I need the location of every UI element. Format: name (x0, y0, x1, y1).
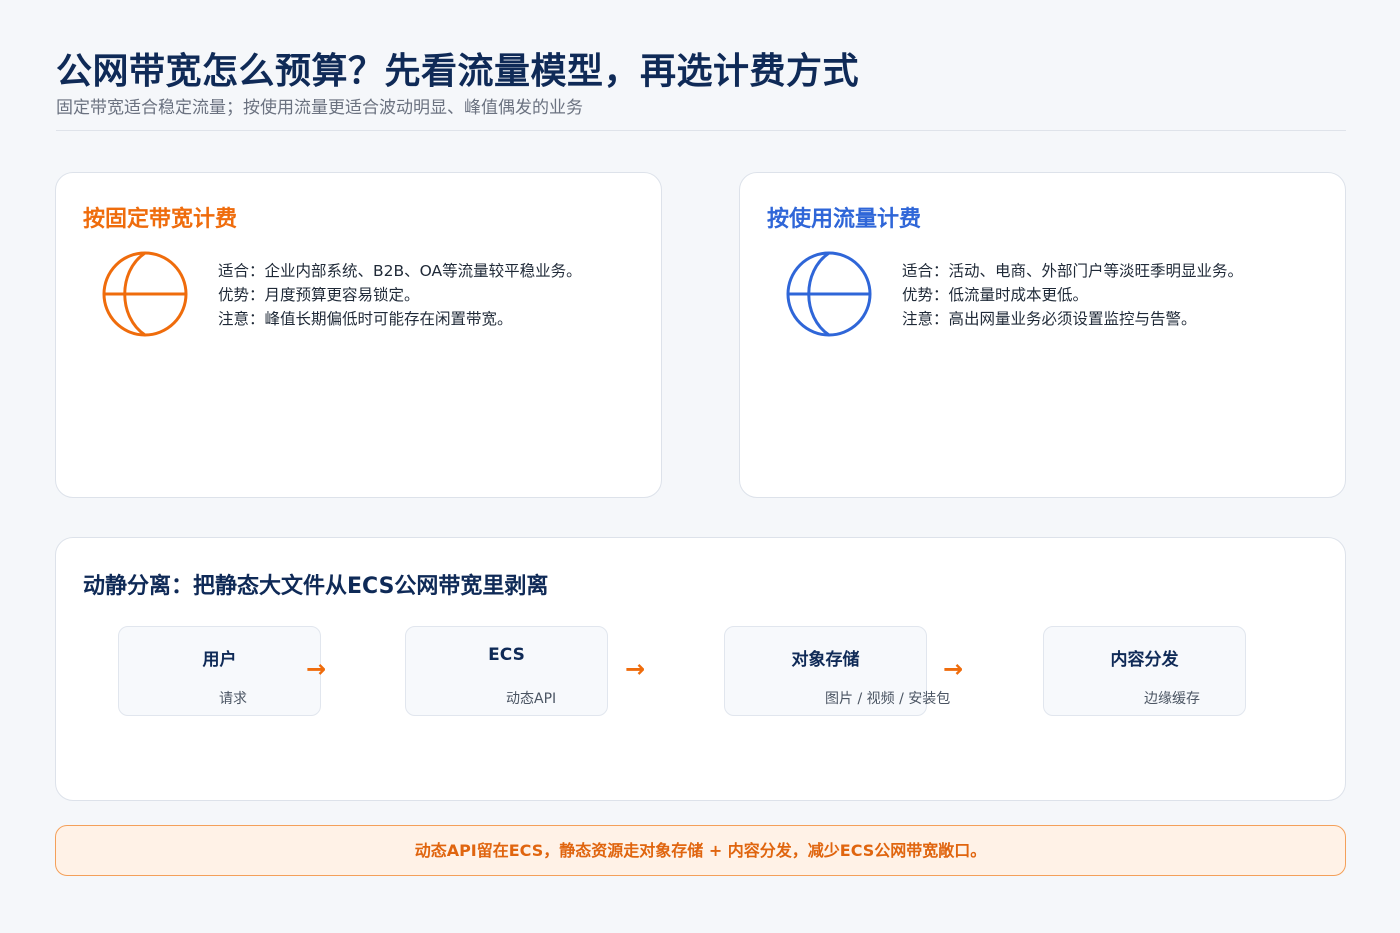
usage-caution-line: 注意：高出网量业务必须设置监控与告警。 (902, 310, 1197, 328)
flow-node-name: 对象存储 (791, 650, 860, 670)
fixed-bandwidth-card: 按固定带宽计费 适合：企业内部系统、B2B、OA等流量较平稳业务。 优势：月度预… (55, 172, 662, 498)
usage-suitable-line: 适合：活动、电商、外部门户等淡旺季明显业务。 (902, 262, 1244, 280)
flow-node-sub: 图片 / 视频 / 安装包 (825, 691, 951, 707)
page-title: 公网带宽怎么预算？先看流量模型，再选计费方式 (56, 51, 860, 92)
header-divider (56, 130, 1346, 131)
usage-traffic-card: 按使用流量计费 适合：活动、电商、外部门户等淡旺季明显业务。 优势：低流量时成本… (739, 172, 1346, 498)
flow-node-name: 内容分发 (1110, 650, 1179, 670)
usage-traffic-title: 按使用流量计费 (767, 207, 922, 232)
flow-arrow: → (306, 655, 327, 683)
fixed-bandwidth-desc: 适合：企业内部系统、B2B、OA等流量较平稳业务。 优势：月度预算更容易锁定。 … (218, 259, 582, 331)
fixed-suitable-line: 适合：企业内部系统、B2B、OA等流量较平稳业务。 (218, 262, 582, 280)
flow-title: 动静分离：把静态大文件从ECS公网带宽里剥离 (83, 574, 549, 599)
flow-node-name: ECS (488, 645, 525, 665)
globe-icon (102, 251, 188, 337)
usage-advantage-line: 优势：低流量时成本更低。 (902, 286, 1089, 304)
flow-node-sub: 请求 (219, 691, 247, 707)
flow-node-sub: 动态API (506, 691, 557, 707)
page-subtitle: 固定带宽适合稳定流量；按使用流量更适合波动明显、峰值偶发的业务 (56, 98, 583, 118)
flow-node-sub: 边缘缓存 (1144, 691, 1200, 707)
fixed-caution-line: 注意：峰值长期偏低时可能存在闲置带宽。 (218, 310, 513, 328)
fixed-bandwidth-title: 按固定带宽计费 (83, 207, 238, 232)
summary-banner: 动态API留在ECS，静态资源走对象存储 + 内容分发，减少ECS公网带宽敞口。 (55, 825, 1346, 876)
page-header: 公网带宽怎么预算？先看流量模型，再选计费方式 固定带宽适合稳定流量；按使用流量更… (56, 48, 1346, 120)
globe-icon (786, 251, 872, 337)
flow-node-name: 用户 (202, 650, 237, 670)
fixed-advantage-line: 优势：月度预算更容易锁定。 (218, 286, 420, 304)
usage-traffic-desc: 适合：活动、电商、外部门户等淡旺季明显业务。 优势：低流量时成本更低。 注意：高… (902, 259, 1243, 331)
flow-card: 动静分离：把静态大文件从ECS公网带宽里剥离 用户 请求 → ECS 动态API… (55, 537, 1346, 801)
flow-arrow: → (625, 655, 646, 683)
flow-arrow: → (943, 655, 964, 683)
